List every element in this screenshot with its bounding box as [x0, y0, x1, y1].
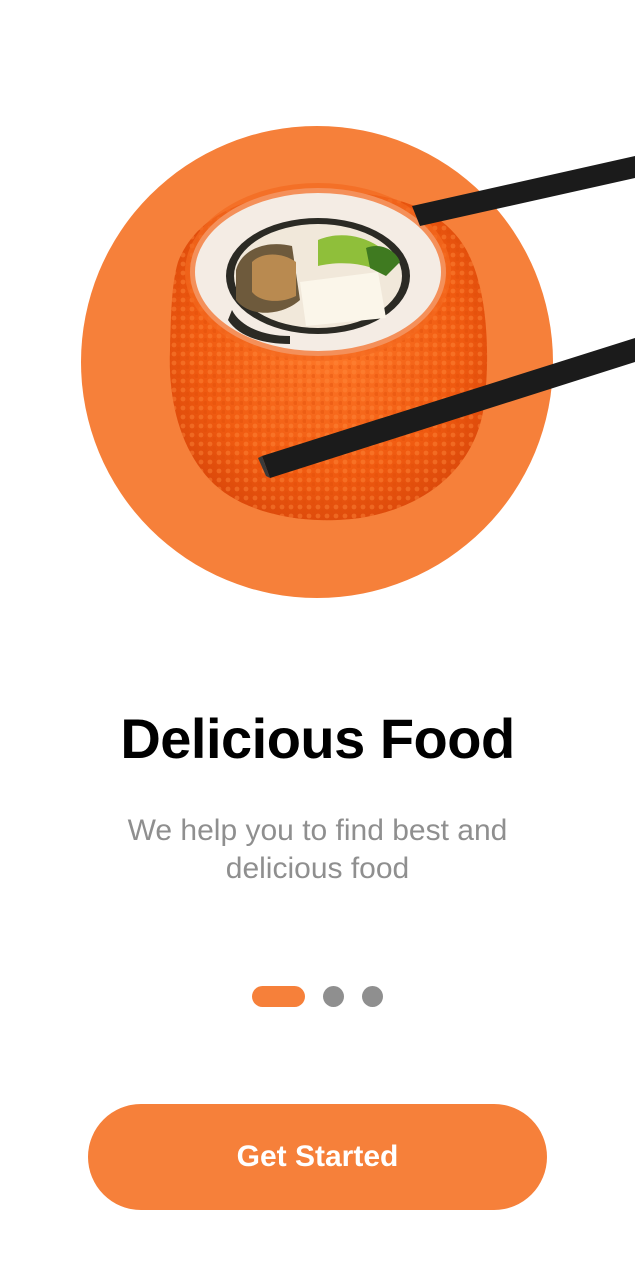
onboarding-screen: Delicious Food We help you to find best …: [0, 0, 635, 1280]
sushi-image: [169, 183, 488, 521]
pagination-dot-1-active[interactable]: [252, 986, 305, 1007]
pagination-dot-3[interactable]: [362, 986, 383, 1007]
pagination-dot-2[interactable]: [323, 986, 344, 1007]
hero-illustration: [0, 0, 635, 640]
onboarding-title: Delicious Food: [120, 707, 515, 770]
get-started-button[interactable]: Get Started: [88, 1104, 547, 1210]
pagination-dots: [0, 986, 635, 1007]
onboarding-subtitle: We help you to find best and delicious f…: [127, 814, 508, 885]
